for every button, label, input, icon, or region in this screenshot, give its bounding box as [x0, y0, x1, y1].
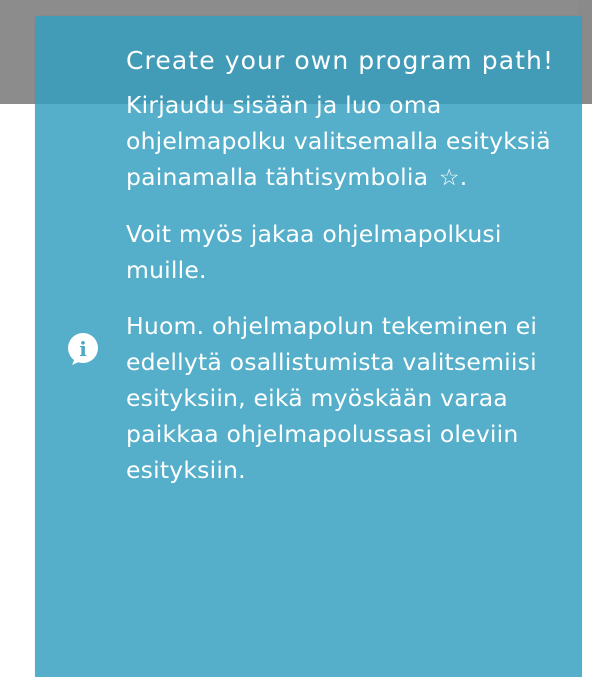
panel-paragraph-share: Voit myös jakaa ohjelmapolkusi muille. [126, 220, 502, 284]
svg-text:i: i [79, 337, 87, 361]
panel-paragraph-login: Kirjaudu sisään ja luo oma ohjelmapolku … [126, 87, 566, 196]
panel-title: Create your own program path! [126, 46, 555, 75]
star-icon: ☆ [438, 165, 460, 191]
panel-paragraph-note: Huom. ohjelmapolun tekeminen ei edellytä… [126, 312, 538, 484]
panel-paragraph-login-text: Kirjaudu sisään ja luo oma ohjelmapolku … [126, 91, 551, 191]
info-panel-content: Create your own program path! Kirjaudu s… [126, 43, 566, 488]
info-icon: i [68, 333, 98, 365]
panel-paragraph-login-end: . [459, 163, 468, 191]
